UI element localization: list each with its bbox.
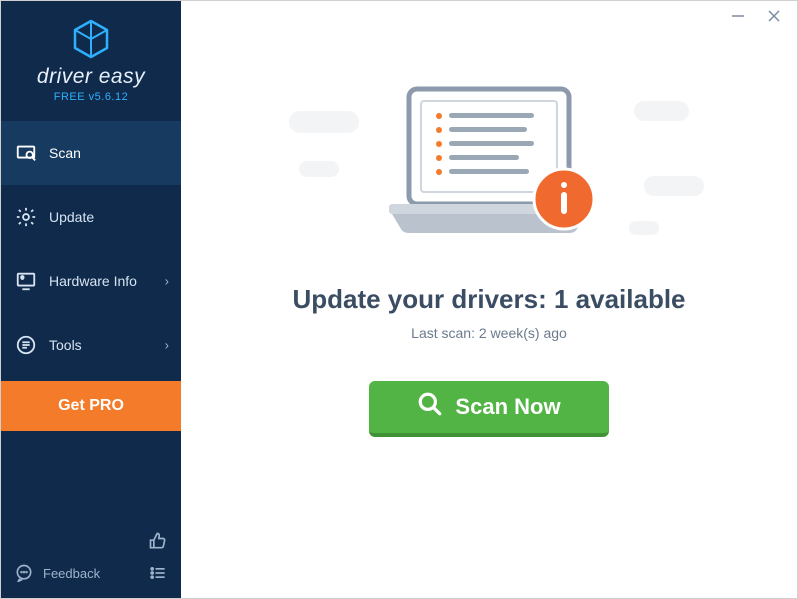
sidebar-item-label: Update	[49, 209, 94, 225]
close-button[interactable]	[765, 7, 783, 25]
feedback-button[interactable]: Feedback	[13, 562, 100, 584]
chat-icon	[13, 562, 35, 584]
get-pro-button[interactable]: Get PRO	[1, 381, 181, 431]
chevron-right-icon: ›	[165, 338, 169, 353]
subline: Last scan: 2 week(s) ago	[411, 325, 567, 341]
scan-icon	[15, 142, 37, 164]
sidebar-nav: Scan Update i	[1, 121, 181, 431]
sidebar-item-tools[interactable]: Tools ›	[1, 313, 181, 377]
svg-text:i: i	[22, 276, 23, 280]
scan-now-button[interactable]: Scan Now	[369, 381, 609, 437]
sidebar-item-hardware-info[interactable]: i Hardware Info ›	[1, 249, 181, 313]
tools-icon	[15, 334, 37, 356]
brand-name: driver easy	[37, 65, 145, 89]
thumbs-up-button[interactable]	[147, 530, 169, 552]
sidebar-footer-actions	[147, 530, 169, 584]
sidebar-item-label: Scan	[49, 145, 81, 161]
brand-version: FREE v5.6.12	[54, 91, 128, 103]
sidebar-item-label: Tools	[49, 337, 82, 353]
chevron-right-icon: ›	[165, 274, 169, 289]
sidebar-item-label: Hardware Info	[49, 273, 137, 289]
sidebar-item-update[interactable]: Update	[1, 185, 181, 249]
gear-icon	[15, 206, 37, 228]
minimize-button[interactable]	[729, 7, 747, 25]
brand-block: driver easy FREE v5.6.12	[1, 1, 181, 111]
laptop-icon	[369, 81, 609, 256]
app-window: driver easy FREE v5.6.12 Scan	[1, 1, 797, 598]
sidebar-item-scan[interactable]: Scan	[1, 121, 181, 185]
monitor-info-icon: i	[15, 270, 37, 292]
main-content: Update your drivers: 1 available Last sc…	[181, 1, 797, 598]
hero-illustration	[309, 81, 669, 256]
headline: Update your drivers: 1 available	[292, 284, 685, 315]
titlebar	[729, 1, 797, 31]
sidebar: driver easy FREE v5.6.12 Scan	[1, 1, 181, 598]
get-pro-label: Get PRO	[58, 397, 124, 415]
brand-logo-icon	[69, 17, 113, 61]
menu-list-button[interactable]	[147, 562, 169, 584]
search-icon	[417, 391, 443, 423]
scan-now-label: Scan Now	[455, 394, 560, 420]
feedback-label: Feedback	[43, 566, 100, 581]
sidebar-footer: Feedback	[1, 520, 181, 598]
